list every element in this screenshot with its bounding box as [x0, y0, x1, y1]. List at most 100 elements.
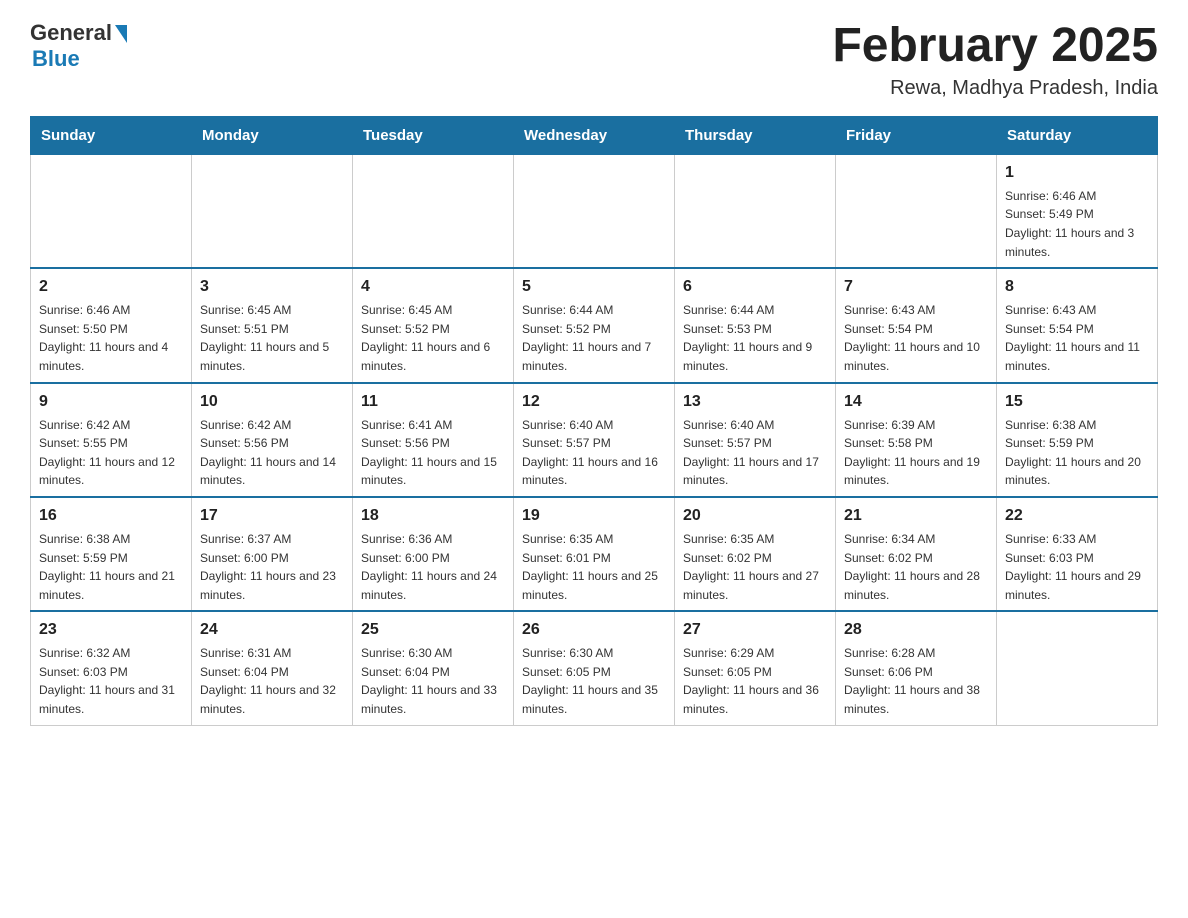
- table-row: 20Sunrise: 6:35 AM Sunset: 6:02 PM Dayli…: [675, 497, 836, 611]
- table-row: 27Sunrise: 6:29 AM Sunset: 6:05 PM Dayli…: [675, 611, 836, 725]
- calendar-table: Sunday Monday Tuesday Wednesday Thursday…: [30, 116, 1158, 726]
- table-row: 9Sunrise: 6:42 AM Sunset: 5:55 PM Daylig…: [31, 383, 192, 497]
- logo: General Blue: [30, 20, 127, 72]
- table-row: 28Sunrise: 6:28 AM Sunset: 6:06 PM Dayli…: [836, 611, 997, 725]
- day-info: Sunrise: 6:36 AM Sunset: 6:00 PM Dayligh…: [361, 530, 505, 604]
- table-row: 1Sunrise: 6:46 AM Sunset: 5:49 PM Daylig…: [997, 154, 1158, 268]
- day-number: 16: [39, 504, 183, 528]
- table-row: 12Sunrise: 6:40 AM Sunset: 5:57 PM Dayli…: [514, 383, 675, 497]
- day-number: 13: [683, 390, 827, 414]
- day-info: Sunrise: 6:29 AM Sunset: 6:05 PM Dayligh…: [683, 644, 827, 718]
- day-info: Sunrise: 6:35 AM Sunset: 6:02 PM Dayligh…: [683, 530, 827, 604]
- day-number: 19: [522, 504, 666, 528]
- day-number: 9: [39, 390, 183, 414]
- day-info: Sunrise: 6:28 AM Sunset: 6:06 PM Dayligh…: [844, 644, 988, 718]
- day-info: Sunrise: 6:35 AM Sunset: 6:01 PM Dayligh…: [522, 530, 666, 604]
- table-row: [675, 154, 836, 268]
- calendar-week-row: 9Sunrise: 6:42 AM Sunset: 5:55 PM Daylig…: [31, 383, 1158, 497]
- col-saturday: Saturday: [997, 116, 1158, 154]
- table-row: [353, 154, 514, 268]
- day-info: Sunrise: 6:39 AM Sunset: 5:58 PM Dayligh…: [844, 416, 988, 490]
- table-row: 25Sunrise: 6:30 AM Sunset: 6:04 PM Dayli…: [353, 611, 514, 725]
- table-row: 19Sunrise: 6:35 AM Sunset: 6:01 PM Dayli…: [514, 497, 675, 611]
- day-info: Sunrise: 6:31 AM Sunset: 6:04 PM Dayligh…: [200, 644, 344, 718]
- day-info: Sunrise: 6:37 AM Sunset: 6:00 PM Dayligh…: [200, 530, 344, 604]
- table-row: 8Sunrise: 6:43 AM Sunset: 5:54 PM Daylig…: [997, 268, 1158, 382]
- col-friday: Friday: [836, 116, 997, 154]
- table-row: 3Sunrise: 6:45 AM Sunset: 5:51 PM Daylig…: [192, 268, 353, 382]
- calendar-week-row: 2Sunrise: 6:46 AM Sunset: 5:50 PM Daylig…: [31, 268, 1158, 382]
- day-number: 27: [683, 618, 827, 642]
- table-row: [514, 154, 675, 268]
- logo-blue-text: Blue: [30, 46, 80, 72]
- table-row: [836, 154, 997, 268]
- logo-arrow-icon: [115, 25, 127, 43]
- day-number: 11: [361, 390, 505, 414]
- day-info: Sunrise: 6:40 AM Sunset: 5:57 PM Dayligh…: [683, 416, 827, 490]
- day-info: Sunrise: 6:30 AM Sunset: 6:05 PM Dayligh…: [522, 644, 666, 718]
- col-tuesday: Tuesday: [353, 116, 514, 154]
- table-row: 6Sunrise: 6:44 AM Sunset: 5:53 PM Daylig…: [675, 268, 836, 382]
- table-row: 10Sunrise: 6:42 AM Sunset: 5:56 PM Dayli…: [192, 383, 353, 497]
- table-row: [997, 611, 1158, 725]
- day-number: 25: [361, 618, 505, 642]
- table-row: 26Sunrise: 6:30 AM Sunset: 6:05 PM Dayli…: [514, 611, 675, 725]
- title-section: February 2025 Rewa, Madhya Pradesh, Indi…: [832, 20, 1158, 100]
- table-row: 16Sunrise: 6:38 AM Sunset: 5:59 PM Dayli…: [31, 497, 192, 611]
- day-info: Sunrise: 6:42 AM Sunset: 5:56 PM Dayligh…: [200, 416, 344, 490]
- calendar-week-row: 16Sunrise: 6:38 AM Sunset: 5:59 PM Dayli…: [31, 497, 1158, 611]
- table-row: [31, 154, 192, 268]
- day-info: Sunrise: 6:34 AM Sunset: 6:02 PM Dayligh…: [844, 530, 988, 604]
- day-number: 26: [522, 618, 666, 642]
- day-info: Sunrise: 6:46 AM Sunset: 5:50 PM Dayligh…: [39, 301, 183, 375]
- table-row: 13Sunrise: 6:40 AM Sunset: 5:57 PM Dayli…: [675, 383, 836, 497]
- day-number: 3: [200, 275, 344, 299]
- table-row: 18Sunrise: 6:36 AM Sunset: 6:00 PM Dayli…: [353, 497, 514, 611]
- table-row: 21Sunrise: 6:34 AM Sunset: 6:02 PM Dayli…: [836, 497, 997, 611]
- day-info: Sunrise: 6:30 AM Sunset: 6:04 PM Dayligh…: [361, 644, 505, 718]
- table-row: 7Sunrise: 6:43 AM Sunset: 5:54 PM Daylig…: [836, 268, 997, 382]
- day-number: 12: [522, 390, 666, 414]
- day-number: 14: [844, 390, 988, 414]
- col-wednesday: Wednesday: [514, 116, 675, 154]
- day-number: 20: [683, 504, 827, 528]
- table-row: [192, 154, 353, 268]
- day-info: Sunrise: 6:33 AM Sunset: 6:03 PM Dayligh…: [1005, 530, 1149, 604]
- day-info: Sunrise: 6:45 AM Sunset: 5:52 PM Dayligh…: [361, 301, 505, 375]
- day-number: 17: [200, 504, 344, 528]
- calendar-week-row: 23Sunrise: 6:32 AM Sunset: 6:03 PM Dayli…: [31, 611, 1158, 725]
- day-number: 1: [1005, 161, 1149, 185]
- table-row: 5Sunrise: 6:44 AM Sunset: 5:52 PM Daylig…: [514, 268, 675, 382]
- day-number: 22: [1005, 504, 1149, 528]
- day-info: Sunrise: 6:42 AM Sunset: 5:55 PM Dayligh…: [39, 416, 183, 490]
- day-info: Sunrise: 6:44 AM Sunset: 5:52 PM Dayligh…: [522, 301, 666, 375]
- day-number: 7: [844, 275, 988, 299]
- day-info: Sunrise: 6:45 AM Sunset: 5:51 PM Dayligh…: [200, 301, 344, 375]
- day-info: Sunrise: 6:44 AM Sunset: 5:53 PM Dayligh…: [683, 301, 827, 375]
- logo-general-text: General: [30, 20, 112, 46]
- calendar-week-row: 1Sunrise: 6:46 AM Sunset: 5:49 PM Daylig…: [31, 154, 1158, 268]
- day-info: Sunrise: 6:43 AM Sunset: 5:54 PM Dayligh…: [844, 301, 988, 375]
- location-text: Rewa, Madhya Pradesh, India: [832, 77, 1158, 100]
- calendar-header-row: Sunday Monday Tuesday Wednesday Thursday…: [31, 116, 1158, 154]
- day-info: Sunrise: 6:46 AM Sunset: 5:49 PM Dayligh…: [1005, 187, 1149, 261]
- page-header: General Blue February 2025 Rewa, Madhya …: [30, 20, 1158, 100]
- col-sunday: Sunday: [31, 116, 192, 154]
- day-number: 23: [39, 618, 183, 642]
- table-row: 14Sunrise: 6:39 AM Sunset: 5:58 PM Dayli…: [836, 383, 997, 497]
- table-row: 15Sunrise: 6:38 AM Sunset: 5:59 PM Dayli…: [997, 383, 1158, 497]
- table-row: 22Sunrise: 6:33 AM Sunset: 6:03 PM Dayli…: [997, 497, 1158, 611]
- day-number: 18: [361, 504, 505, 528]
- day-number: 5: [522, 275, 666, 299]
- day-number: 6: [683, 275, 827, 299]
- table-row: 4Sunrise: 6:45 AM Sunset: 5:52 PM Daylig…: [353, 268, 514, 382]
- day-number: 24: [200, 618, 344, 642]
- day-number: 4: [361, 275, 505, 299]
- day-number: 8: [1005, 275, 1149, 299]
- month-title: February 2025: [832, 20, 1158, 73]
- day-number: 2: [39, 275, 183, 299]
- day-info: Sunrise: 6:41 AM Sunset: 5:56 PM Dayligh…: [361, 416, 505, 490]
- day-info: Sunrise: 6:43 AM Sunset: 5:54 PM Dayligh…: [1005, 301, 1149, 375]
- table-row: 17Sunrise: 6:37 AM Sunset: 6:00 PM Dayli…: [192, 497, 353, 611]
- table-row: 23Sunrise: 6:32 AM Sunset: 6:03 PM Dayli…: [31, 611, 192, 725]
